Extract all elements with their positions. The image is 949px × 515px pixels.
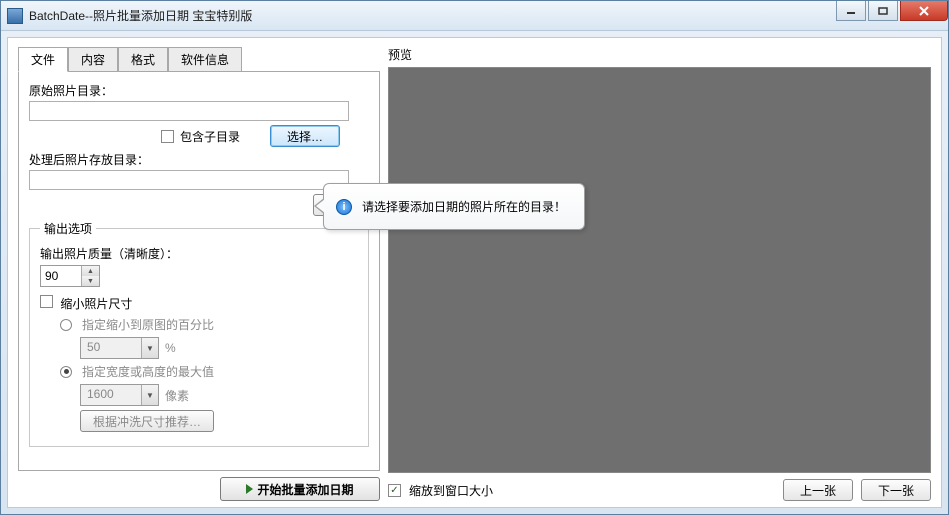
app-icon — [7, 8, 23, 24]
preview-label: 预览 — [388, 46, 931, 63]
percent-value: 50 — [81, 338, 141, 358]
left-panel: 文件 内容 格式 软件信息 原始照片目录： 包含子目录 选择… 处理后照片存放目… — [18, 46, 380, 501]
prev-button[interactable]: 上一张 — [783, 479, 853, 501]
tooltip-balloon: i 请选择要添加日期的照片所在的目录！ — [323, 183, 585, 230]
maxdim-radio-label: 指定宽度或高度的最大值 — [82, 363, 214, 380]
spinner-up-icon[interactable]: ▲ — [82, 266, 99, 276]
quality-spinner[interactable]: ▲▼ — [40, 265, 100, 287]
src-dir-label: 原始照片目录： — [29, 84, 113, 98]
titlebar: BatchDate--照片批量添加日期 宝宝特别版 — [1, 1, 948, 31]
output-options-legend: 输出选项 — [40, 220, 96, 237]
percent-unit: % — [165, 341, 176, 355]
right-panel: 预览 ✓ 缩放到窗口大小 上一张 下一张 — [388, 46, 931, 501]
shrink-checkbox[interactable] — [40, 295, 53, 308]
chevron-down-icon: ▼ — [141, 338, 158, 358]
fit-window-label: 缩放到窗口大小 — [409, 482, 493, 499]
tab-content[interactable]: 内容 — [68, 47, 118, 72]
tab-body-file: 原始照片目录： 包含子目录 选择… 处理后照片存放目录： 选择… 输出选项 — [18, 71, 380, 471]
window-title: BatchDate--照片批量添加日期 宝宝特别版 — [29, 7, 252, 24]
preview-area — [388, 67, 931, 473]
tab-format[interactable]: 格式 — [118, 47, 168, 72]
start-button[interactable]: 开始批量添加日期 — [220, 477, 380, 501]
maximize-button[interactable] — [868, 1, 898, 21]
include-subdir-checkbox[interactable] — [161, 130, 174, 143]
percent-radio-label: 指定缩小到原图的百分比 — [82, 316, 214, 333]
fit-window-checkbox[interactable]: ✓ — [388, 484, 401, 497]
main-window: BatchDate--照片批量添加日期 宝宝特别版 文件 内容 格式 软件信息 … — [0, 0, 949, 515]
percent-combo[interactable]: 50 ▼ — [80, 337, 159, 359]
select-src-button[interactable]: 选择… — [270, 125, 340, 147]
include-subdir-label: 包含子目录 — [180, 128, 240, 145]
maxdim-combo[interactable]: 1600 ▼ — [80, 384, 159, 406]
output-options-group: 输出选项 输出照片质量（清晰度）： ▲▼ 缩小照片尺寸 — [29, 220, 369, 447]
minimize-button[interactable] — [836, 1, 866, 21]
info-icon: i — [336, 199, 352, 215]
next-button[interactable]: 下一张 — [861, 479, 931, 501]
spinner-down-icon[interactable]: ▼ — [82, 276, 99, 286]
tab-strip: 文件 内容 格式 软件信息 — [18, 47, 380, 72]
quality-value[interactable] — [41, 266, 81, 286]
out-dir-input[interactable] — [29, 170, 349, 190]
close-button[interactable] — [900, 1, 948, 21]
out-dir-label: 处理后照片存放目录： — [29, 153, 149, 167]
shrink-label: 缩小照片尺寸 — [60, 297, 132, 311]
play-icon — [246, 484, 253, 494]
src-dir-input[interactable] — [29, 101, 349, 121]
client-area: 文件 内容 格式 软件信息 原始照片目录： 包含子目录 选择… 处理后照片存放目… — [7, 37, 942, 508]
maxdim-value: 1600 — [81, 385, 141, 405]
tooltip-text: 请选择要添加日期的照片所在的目录！ — [362, 198, 566, 215]
recommend-button[interactable]: 根据冲洗尺寸推荐… — [80, 410, 214, 432]
quality-label: 输出照片质量（清晰度）： — [40, 247, 178, 261]
percent-radio[interactable] — [60, 319, 72, 331]
tab-about[interactable]: 软件信息 — [168, 47, 242, 72]
tab-file[interactable]: 文件 — [18, 47, 68, 72]
start-button-label: 开始批量添加日期 — [257, 481, 353, 498]
maxdim-unit: 像素 — [165, 387, 189, 404]
maxdim-radio[interactable] — [60, 366, 72, 378]
chevron-down-icon: ▼ — [141, 385, 158, 405]
